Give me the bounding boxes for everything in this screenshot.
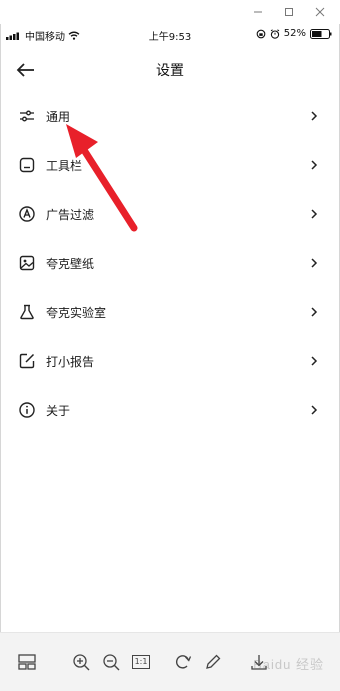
close-icon[interactable] [312,4,328,20]
sliders-icon [20,110,34,122]
window-titlebar [0,0,340,24]
rotate-icon[interactable] [172,651,194,673]
zoom-out-icon[interactable] [100,651,122,673]
page-header: 设置 [0,50,340,90]
battery-percent: 52% [283,28,306,39]
zoom-in-icon[interactable] [70,651,92,673]
chevron-right-icon [311,258,318,268]
zoom-reset-label: 1:1 [131,655,151,669]
pen-icon[interactable] [202,651,224,673]
edit-report-icon [19,353,35,369]
chevron-right-icon [311,209,318,219]
ad-filter-icon [19,206,35,222]
menu-item-lab[interactable]: 夸克实验室 [0,288,340,337]
bottom-toolbar: 1:1 Baidu 经验 [0,632,340,691]
chevron-right-icon [311,356,318,366]
menu-item-label: 工具栏 [46,159,83,173]
menu-item-report[interactable]: 打小报告 [0,337,340,386]
menu-item-ad-filter[interactable]: 广告过滤 [0,190,340,239]
chevron-right-icon [311,405,318,415]
menu-item-label: 通用 [46,110,71,124]
chevron-right-icon [311,160,318,170]
watermark: Baidu 经验 [253,657,324,672]
chevron-right-icon [311,307,318,317]
menu-item-label: 夸克实验室 [46,306,107,320]
minimize-icon[interactable] [250,4,266,20]
status-bar: 中国移动 上午9:53 52% [0,24,340,46]
menu-item-label: 夸克壁纸 [46,257,95,271]
layout-toggle-icon[interactable] [16,651,38,673]
info-icon [19,402,35,418]
chevron-right-icon [311,111,318,121]
menu-item-label: 打小报告 [46,355,95,369]
zoom-reset-button[interactable]: 1:1 [130,651,152,673]
rotation-lock-icon [256,29,266,38]
menu-item-label: 关于 [46,404,71,418]
menu-item-about[interactable]: 关于 [0,386,340,435]
menu-item-general[interactable]: 通用 [0,92,340,141]
alarm-icon [270,28,280,39]
battery-icon [310,28,332,39]
menu-item-label: 广告过滤 [46,208,95,222]
toolbar-icon [19,157,35,173]
flask-icon [20,304,34,320]
settings-list: 通用 工具栏 广告过滤 夸克壁纸 夸克实验室 打小报告 关于 [0,92,340,435]
page-title: 设置 [156,63,184,79]
status-right-group: 52% [256,28,332,39]
wallpaper-icon [19,255,35,271]
maximize-icon[interactable] [281,4,297,20]
menu-item-wallpaper[interactable]: 夸克壁纸 [0,239,340,288]
menu-item-toolbar[interactable]: 工具栏 [0,141,340,190]
